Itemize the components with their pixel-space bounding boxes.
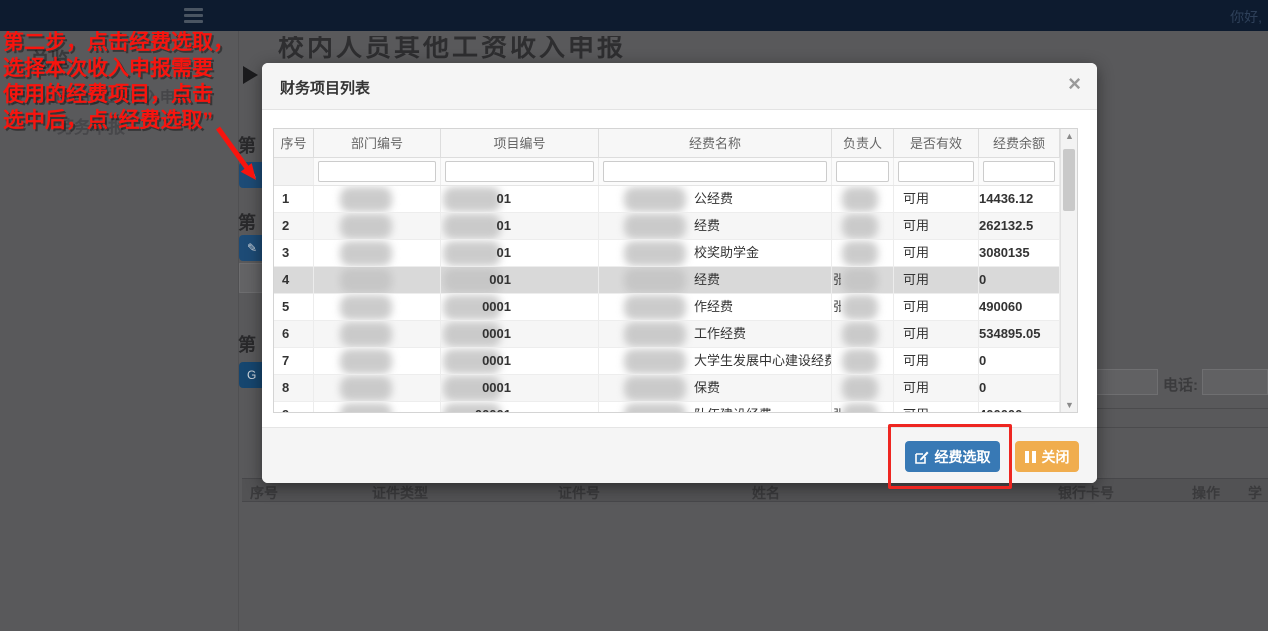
annotation-text: 第二步，点击经费选取， 选择本次收入申报需要 使用的经费项目，点击 选中后，点“… xyxy=(3,30,263,134)
table-row[interactable]: 2 01 经费 可用 262132.5 xyxy=(274,213,1060,240)
table-body: 1 01 公经费 可用 14436.12 2 01 经费 可用 262132.5… xyxy=(274,186,1060,413)
background-col-header: 操作 xyxy=(1192,483,1220,503)
close-modal-button[interactable]: 关闭 xyxy=(1015,441,1079,472)
redacted-leader xyxy=(842,268,878,293)
redacted-name xyxy=(624,214,686,239)
redacted-leader xyxy=(842,214,878,239)
background-button-fragment: G xyxy=(239,362,262,388)
table-row[interactable]: 9 00001 队伍建设经费 张 可用 400000 xyxy=(274,402,1060,413)
redacted-dept xyxy=(340,349,392,374)
select-funds-button[interactable]: 经费选取 xyxy=(905,441,1000,472)
redacted-leader xyxy=(842,322,878,347)
background-phone-input xyxy=(1202,369,1268,395)
scroll-up-icon[interactable]: ▲ xyxy=(1061,129,1078,143)
finance-project-modal: 财务项目列表 × 序号 部门编号 项目编号 经费名称 负责人 是否有效 经费余额 xyxy=(262,63,1097,483)
background-col-header: 姓名 xyxy=(752,483,780,503)
redacted-dept xyxy=(340,268,392,293)
pause-icon xyxy=(1025,451,1036,463)
redacted-name xyxy=(624,322,686,347)
redacted-name xyxy=(624,241,686,266)
col-header-balance: 经费余额 xyxy=(979,129,1060,157)
background-button-fragment: ✎ xyxy=(239,235,262,261)
background-col-header: 学 xyxy=(1248,483,1262,503)
table-row[interactable]: 7 0001 大学生发展中心建设经费 可用 0 xyxy=(274,348,1060,375)
scrollbar-thumb[interactable] xyxy=(1063,149,1075,211)
step-label-fragment: 第 xyxy=(238,209,262,235)
table-row[interactable]: 1 01 公经费 可用 14436.12 xyxy=(274,186,1060,213)
background-divider xyxy=(1085,408,1268,409)
background-col-header: 银行卡号 xyxy=(1058,483,1114,503)
col-header-no: 序号 xyxy=(274,129,314,157)
hamburger-menu-icon[interactable] xyxy=(184,8,203,23)
redacted-name xyxy=(624,295,686,320)
redacted-dept xyxy=(340,403,392,413)
filter-input-name[interactable] xyxy=(603,161,827,182)
col-header-project: 项目编号 xyxy=(441,129,599,157)
step-label-fragment: 第 xyxy=(238,132,262,158)
redacted-name xyxy=(624,403,686,413)
table-row[interactable]: 5 0001 作经费 张 可用 490060 xyxy=(274,294,1060,321)
redacted-name xyxy=(624,349,686,374)
table-scrollbar[interactable]: ▲ ▼ xyxy=(1060,129,1077,412)
redacted-leader xyxy=(842,241,878,266)
filter-input-leader[interactable] xyxy=(836,161,889,182)
modal-title: 财务项目列表 xyxy=(280,77,370,98)
background-col-header: 序号 xyxy=(250,483,278,503)
filter-input-project[interactable] xyxy=(445,161,594,182)
redacted-leader xyxy=(842,403,878,413)
col-header-leader: 负责人 xyxy=(832,129,894,157)
edit-icon xyxy=(915,450,929,464)
table-row[interactable]: 6 0001 工作经费 可用 534895.05 xyxy=(274,321,1060,348)
background-page-heading: 校内人员其他工资收入申报 xyxy=(278,36,698,62)
filter-input-balance[interactable] xyxy=(983,161,1055,182)
close-icon[interactable]: × xyxy=(1068,73,1081,95)
filter-input-dept[interactable] xyxy=(318,161,436,182)
filter-input-valid[interactable] xyxy=(898,161,974,182)
background-col-header: 证件号 xyxy=(558,483,600,503)
col-header-name: 经费名称 xyxy=(599,129,832,157)
modal-header: 财务项目列表 × xyxy=(262,63,1097,110)
redacted-name xyxy=(624,376,686,401)
col-header-valid: 是否有效 xyxy=(894,129,979,157)
table-row[interactable]: 4 001 经费 张 可用 0 xyxy=(274,267,1060,294)
greeting-text: 你好, xyxy=(1230,7,1262,27)
finance-project-table: 序号 部门编号 项目编号 经费名称 负责人 是否有效 经费余额 1 01 公经费 xyxy=(273,128,1078,413)
redacted-dept xyxy=(340,187,392,212)
redacted-leader xyxy=(842,187,878,212)
redacted-name xyxy=(624,268,686,293)
step-label-fragment: 第 xyxy=(238,331,262,357)
col-header-dept: 部门编号 xyxy=(314,129,441,157)
table-filter-row xyxy=(274,158,1060,186)
redacted-dept xyxy=(340,322,392,347)
redacted-dept xyxy=(340,241,392,266)
table-row[interactable]: 8 0001 保费 可用 0 xyxy=(274,375,1060,402)
table-header-row: 序号 部门编号 项目编号 经费名称 负责人 是否有效 经费余额 xyxy=(274,129,1060,158)
modal-footer: 经费选取 关闭 xyxy=(262,427,1097,483)
redacted-leader xyxy=(842,376,878,401)
phone-label: 电话: xyxy=(1163,374,1198,395)
redacted-name xyxy=(624,187,686,212)
redacted-dept xyxy=(340,376,392,401)
background-button-fragment: ✎ xyxy=(239,162,262,188)
redacted-dept xyxy=(340,214,392,239)
background-panel-fragment xyxy=(239,263,262,293)
redacted-leader xyxy=(842,295,878,320)
table-row[interactable]: 3 01 校奖助学金 可用 3080135 xyxy=(274,240,1060,267)
background-divider xyxy=(1085,427,1268,428)
top-navbar: 你好, xyxy=(0,0,1268,31)
scroll-down-icon[interactable]: ▼ xyxy=(1061,398,1078,412)
background-col-header: 证件类型 xyxy=(372,483,428,503)
redacted-leader xyxy=(842,349,878,374)
background-input-fragment xyxy=(1088,369,1158,395)
redacted-dept xyxy=(340,295,392,320)
